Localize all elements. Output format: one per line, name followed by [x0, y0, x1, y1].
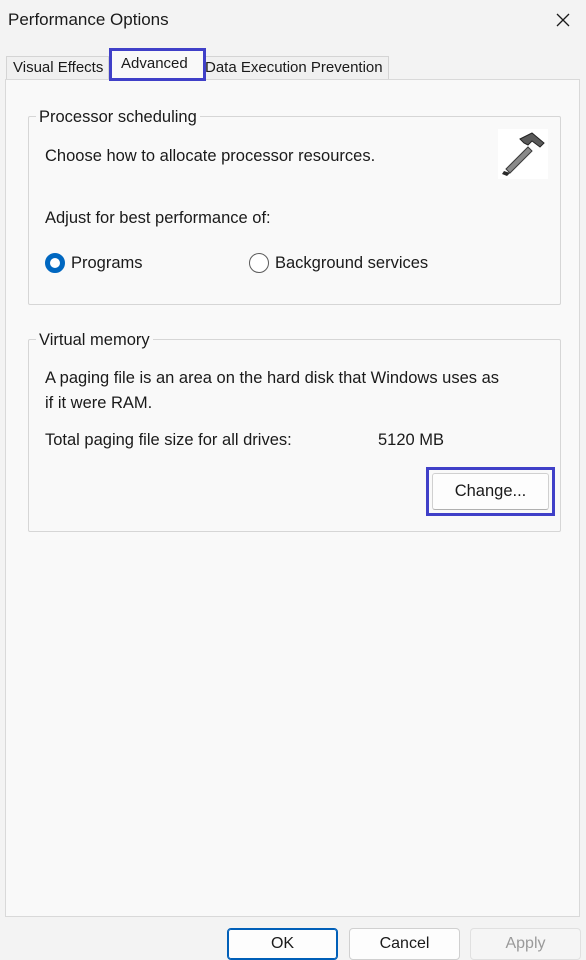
- cancel-button[interactable]: Cancel: [349, 928, 460, 960]
- processor-description: Choose how to allocate processor resourc…: [45, 147, 376, 165]
- radio-selected-icon: [45, 253, 65, 273]
- tab-strip: Visual Effects Data Execution Prevention…: [5, 48, 585, 81]
- hammer-icon: [498, 129, 548, 179]
- tab-visual-effects[interactable]: Visual Effects: [6, 56, 109, 80]
- background-services-radio[interactable]: Background services: [249, 253, 428, 273]
- processor-scheduling-group: Processor scheduling Choose how to alloc…: [28, 107, 561, 305]
- window-title: Performance Options: [8, 10, 169, 29]
- programs-radio[interactable]: Programs: [45, 253, 143, 273]
- adjust-label: Adjust for best performance of:: [45, 209, 271, 227]
- radio-unselected-icon: [249, 253, 269, 273]
- virtual-memory-description-line1: A paging file is an area on the hard dis…: [45, 369, 500, 387]
- title-bar: Performance Options: [0, 0, 586, 40]
- total-paging-value: 5120 MB: [378, 431, 445, 449]
- processor-scheduling-legend: Processor scheduling: [36, 107, 200, 127]
- virtual-memory-group: Virtual memory A paging file is an area …: [28, 330, 561, 532]
- change-button-highlight: Change...: [426, 467, 555, 516]
- tab-data-execution-prevention[interactable]: Data Execution Prevention: [200, 56, 389, 80]
- close-icon: [556, 13, 570, 27]
- background-services-label: Background services: [275, 253, 429, 272]
- virtual-memory-legend: Virtual memory: [36, 330, 153, 350]
- total-paging-label: Total paging file size for all drives:: [45, 431, 292, 449]
- advanced-tab-panel: Processor scheduling Choose how to alloc…: [5, 79, 580, 917]
- change-button[interactable]: Change...: [432, 473, 549, 510]
- programs-label: Programs: [71, 253, 143, 272]
- tab-advanced[interactable]: Advanced: [109, 48, 206, 81]
- close-button[interactable]: [548, 6, 578, 34]
- virtual-memory-description-line2: if it were RAM.: [45, 394, 153, 412]
- ok-button[interactable]: OK: [227, 928, 338, 960]
- apply-button[interactable]: Apply: [470, 928, 581, 960]
